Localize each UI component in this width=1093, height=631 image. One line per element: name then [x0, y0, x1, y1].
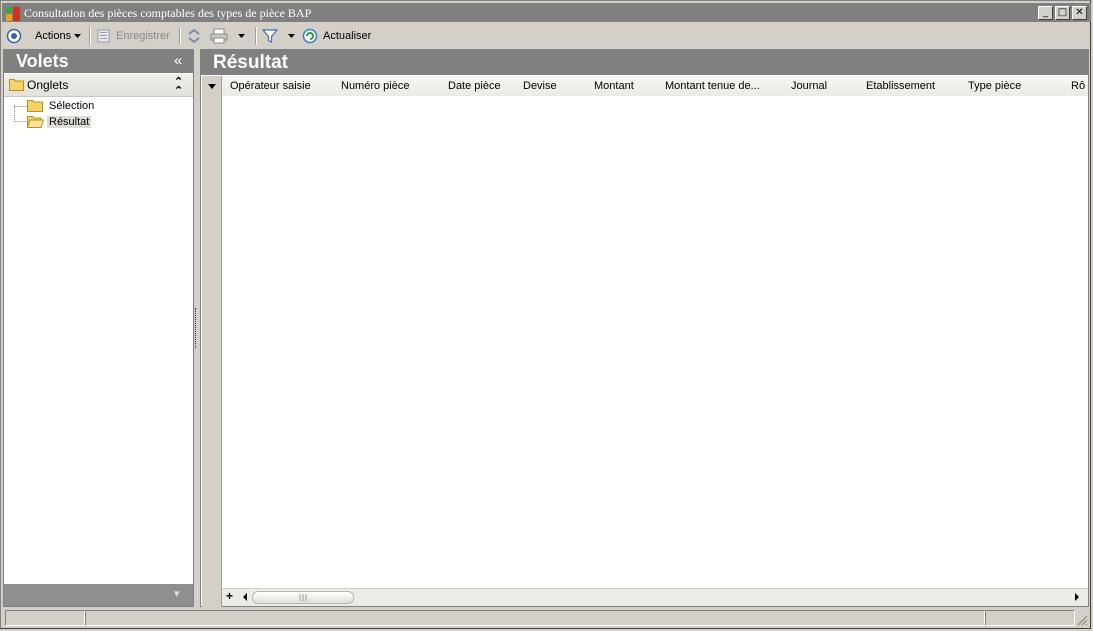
column-header[interactable]: Rô [1071, 80, 1087, 92]
column-header[interactable]: Date pièce [448, 80, 501, 92]
tree-item-selection[interactable]: Sélection [27, 98, 96, 113]
horizontal-scrollbar[interactable]: + [222, 588, 1088, 606]
app-icon [6, 7, 20, 21]
resultat-header: Résultat [201, 50, 1088, 75]
volets-pane: Volets « Onglets ⌃ ⌃ Sélection Résultat ▾ [3, 49, 194, 607]
tree-item-resultat[interactable]: Résultat [27, 114, 92, 129]
print-dropdown-button[interactable] [237, 24, 246, 48]
save-label: Enregistrer [116, 30, 170, 42]
column-header[interactable]: Journal [791, 80, 827, 92]
tree-item-label: Sélection [49, 99, 95, 112]
dropdown-arrow-icon [238, 34, 245, 38]
scroll-right-icon[interactable] [1074, 593, 1080, 601]
nav-button[interactable] [6, 24, 22, 48]
resultat-pane: Résultat Opérateur saisie Numéro pièce D… [200, 49, 1089, 607]
toolbar-separator [255, 27, 257, 45]
grid-body[interactable] [222, 96, 1088, 588]
column-header[interactable]: Devise [523, 80, 557, 92]
grid-row-gutter [202, 76, 222, 607]
volets-header: Volets « [4, 50, 193, 73]
folder-icon [27, 100, 43, 112]
footer-dropdown-icon[interactable]: ▾ [174, 587, 180, 600]
tree-item-label: Résultat [47, 115, 92, 128]
filter-dropdown-button[interactable] [287, 24, 296, 48]
sync-icon [188, 28, 200, 44]
dropdown-arrow-icon [74, 34, 82, 38]
refresh-icon [302, 28, 318, 44]
close-icon: ✕ [1075, 7, 1084, 18]
column-header[interactable]: Opérateur saisie [230, 80, 311, 92]
nav-circle-icon [6, 28, 22, 44]
actions-menu-button[interactable]: Actions [35, 24, 82, 48]
status-cell [5, 610, 85, 626]
sync-button[interactable] [186, 24, 202, 48]
refresh-button[interactable]: Actualiser [302, 24, 371, 48]
filter-icon [262, 29, 278, 43]
toolbar-separator [179, 27, 181, 45]
grid-header: Opérateur saisie Numéro pièce Date pièce… [222, 76, 1088, 97]
onglets-label: Onglets [27, 78, 69, 92]
scrollbar-thumb[interactable] [252, 591, 354, 604]
maximize-button[interactable]: □ [1055, 6, 1070, 20]
minimize-icon: _ [1043, 7, 1048, 18]
grip-icon [299, 594, 307, 601]
status-cell [985, 610, 1075, 626]
status-cell [85, 610, 985, 626]
scroll-left-icon[interactable] [242, 593, 248, 601]
status-bar [2, 609, 1091, 628]
tree-lines [14, 105, 27, 122]
printer-icon [210, 28, 228, 44]
column-header[interactable]: Numéro pièce [341, 80, 409, 92]
close-button[interactable]: ✕ [1072, 6, 1087, 20]
collapse-section-icon[interactable]: ⌃ ⌃ [174, 77, 183, 97]
minimize-button[interactable]: _ [1038, 6, 1053, 20]
column-header[interactable]: Type pièce [968, 80, 1021, 92]
dropdown-arrow-icon [288, 34, 295, 38]
column-header[interactable]: Montant [594, 80, 634, 92]
folder-icon [9, 79, 24, 91]
column-header[interactable]: Montant tenue de... [665, 80, 760, 92]
title-bar[interactable]: Consultation des pièces comptables des t… [2, 3, 1091, 22]
toolbar-separator [89, 27, 91, 45]
refresh-label: Actualiser [323, 30, 372, 42]
resize-grip-icon[interactable] [1076, 614, 1088, 626]
resultat-title: Résultat [213, 52, 288, 73]
pane-splitter[interactable] [195, 308, 198, 348]
maximize-icon: □ [1057, 7, 1068, 18]
column-chooser-icon[interactable] [208, 84, 216, 89]
column-header[interactable]: Etablissement [866, 80, 935, 92]
actions-label: Actions [35, 30, 72, 42]
save-button[interactable]: Enregistrer [96, 24, 170, 48]
window-title: Consultation des pièces comptables des t… [24, 6, 312, 20]
save-icon [97, 29, 110, 43]
add-row-icon[interactable]: + [226, 590, 233, 603]
volets-footer: ▾ [4, 584, 193, 606]
volets-title: Volets [16, 51, 69, 71]
collapse-pane-icon[interactable]: « [174, 51, 182, 71]
toolbar: Actions Enregistrer Actualiser [2, 24, 1091, 48]
print-button[interactable] [210, 24, 228, 48]
open-folder-icon [27, 116, 44, 128]
filter-button[interactable] [262, 24, 278, 48]
onglets-section-header[interactable]: Onglets ⌃ ⌃ [4, 74, 193, 97]
